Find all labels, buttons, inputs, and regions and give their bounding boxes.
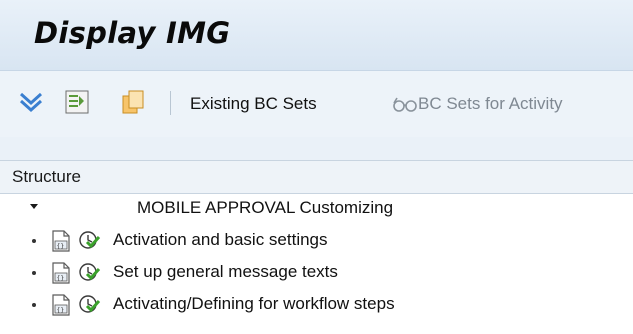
toolbar: Existing BC Sets BC Sets for Activity — [0, 71, 633, 137]
execute-clock-icon[interactable] — [77, 293, 101, 317]
tree-item-label[interactable]: Set up general message texts — [113, 262, 338, 282]
bc-sets-for-activity-button[interactable]: BC Sets for Activity — [418, 94, 563, 114]
tree-header-label: Structure — [12, 167, 81, 186]
bullet-icon — [32, 303, 36, 307]
tree-item-label[interactable]: Activating/Defining for workflow steps — [113, 294, 395, 314]
tree-header: Structure — [0, 161, 633, 194]
toolbar-separator — [170, 91, 171, 115]
execute-clock-icon[interactable] — [77, 261, 101, 285]
page-title: Display IMG — [34, 16, 231, 50]
collapse-caret-icon[interactable] — [30, 204, 38, 209]
bullet-icon — [32, 239, 36, 243]
svg-text:{}: {} — [57, 243, 65, 250]
documentation-icon[interactable]: {} — [50, 293, 72, 317]
expand-all-icon[interactable] — [18, 89, 44, 115]
tree-root-row[interactable]: MOBILE APPROVAL Customizing — [0, 193, 633, 225]
tree-row[interactable]: {} Activation and basic settings — [0, 225, 633, 257]
copy-icon[interactable] — [120, 89, 146, 115]
tree-row[interactable]: {} Activating/Defining for workflow step… — [0, 289, 633, 321]
structure-tree: Structure MOBILE APPROVAL Customizing {}… — [0, 160, 633, 334]
documentation-icon[interactable]: {} — [50, 229, 72, 253]
title-bar: Display IMG — [0, 0, 633, 71]
where-used-icon[interactable] — [64, 89, 90, 115]
tree-root-label[interactable]: MOBILE APPROVAL Customizing — [137, 198, 393, 218]
svg-text:{}: {} — [57, 307, 65, 314]
glasses-icon — [393, 97, 417, 112]
documentation-icon[interactable]: {} — [50, 261, 72, 285]
tree-row[interactable]: {} Set up general message texts — [0, 257, 633, 289]
bullet-icon — [32, 271, 36, 275]
tree-item-label[interactable]: Activation and basic settings — [113, 230, 328, 250]
existing-bc-sets-button[interactable]: Existing BC Sets — [190, 94, 317, 114]
svg-text:{}: {} — [57, 275, 65, 282]
execute-clock-icon[interactable] — [77, 229, 101, 253]
